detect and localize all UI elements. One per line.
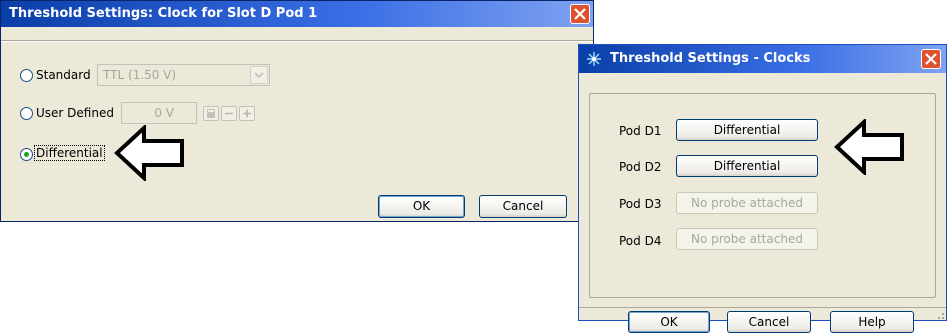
pod-d1-button[interactable]: Differential xyxy=(676,119,818,141)
threshold-settings-slot-d-pod1-dialog: Threshold Settings: Clock for Slot D Pod… xyxy=(0,0,594,222)
dialog2-cancel-button[interactable]: Cancel xyxy=(727,311,811,333)
user-defined-radio[interactable] xyxy=(20,107,33,120)
dialog2-help-button[interactable]: Help xyxy=(830,311,914,333)
standard-threshold-value: TTL (1.50 V) xyxy=(103,68,177,82)
dialog1-close-button[interactable] xyxy=(570,4,590,24)
differential-radio[interactable] xyxy=(20,148,33,161)
decrement-button[interactable] xyxy=(221,106,237,121)
dialog1-ok-button[interactable]: OK xyxy=(378,195,465,218)
plus-icon xyxy=(243,109,251,118)
dialog2-close-button[interactable] xyxy=(921,49,941,69)
pod-d3-label: Pod D3 xyxy=(619,197,662,211)
standard-label[interactable]: Standard xyxy=(36,68,91,82)
close-icon xyxy=(925,53,937,65)
differential-label[interactable]: Differential xyxy=(34,145,105,161)
calculator-button[interactable] xyxy=(203,106,219,121)
dialog1-body: Standard TTL (1.50 V) User Defined 0 V D… xyxy=(1,27,593,221)
pod-d4-label: Pod D4 xyxy=(619,234,662,248)
dialog1-divider xyxy=(1,40,593,42)
user-defined-value-field[interactable]: 0 V xyxy=(121,102,197,124)
pod-d3-button[interactable]: No probe attached xyxy=(676,192,818,214)
standard-dropdown-button[interactable] xyxy=(250,66,268,84)
app-sparkle-icon xyxy=(587,52,601,66)
dialog1-cancel-button[interactable]: Cancel xyxy=(479,195,567,218)
increment-button[interactable] xyxy=(239,106,255,121)
close-icon xyxy=(574,8,586,20)
minus-icon xyxy=(225,112,233,115)
user-defined-value: 0 V xyxy=(154,106,174,120)
calculator-icon xyxy=(207,109,215,118)
dialog2-body: Pod D1 Differential Pod D2 Differential … xyxy=(579,73,946,333)
arrow-left-icon xyxy=(834,119,904,175)
pod-d2-button[interactable]: Differential xyxy=(676,155,818,177)
dialog2-title: Threshold Settings - Clocks xyxy=(610,51,811,66)
dialog1-titlebar[interactable]: Threshold Settings: Clock for Slot D Pod… xyxy=(1,1,593,27)
dialog2-ok-button[interactable]: OK xyxy=(628,311,710,333)
user-defined-label[interactable]: User Defined xyxy=(36,106,114,120)
dialog2-titlebar[interactable]: Threshold Settings - Clocks xyxy=(579,45,946,73)
standard-radio[interactable] xyxy=(20,69,33,82)
pod-d1-label: Pod D1 xyxy=(619,124,662,138)
arrow-left-icon xyxy=(114,125,184,181)
resize-grip-icon[interactable] xyxy=(932,307,946,321)
dropdown-arrow-icon xyxy=(254,72,264,79)
pod-d4-button[interactable]: No probe attached xyxy=(676,228,818,250)
standard-threshold-select[interactable]: TTL (1.50 V) xyxy=(97,64,270,86)
pod-d2-label: Pod D2 xyxy=(619,160,662,174)
dialog2-button-strip-divider xyxy=(579,307,946,308)
threshold-settings-clocks-dialog: Threshold Settings - Clocks Pod D1 Diffe… xyxy=(578,44,947,333)
dialog1-title: Threshold Settings: Clock for Slot D Pod… xyxy=(9,6,318,21)
